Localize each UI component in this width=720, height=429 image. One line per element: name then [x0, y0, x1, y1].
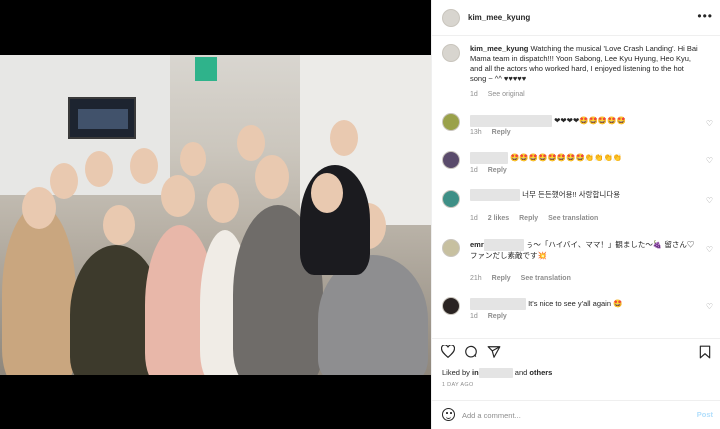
likes-and: and — [514, 368, 528, 377]
heart-icon[interactable] — [441, 345, 455, 358]
comment-item: 너무 든든했어용!! 사랑합니다용 — [470, 189, 701, 201]
avatar[interactable] — [442, 9, 460, 27]
post-photo — [0, 55, 431, 375]
add-comment-bar: Post — [432, 400, 720, 429]
comment-meta: 1d Reply — [470, 313, 515, 320]
see-translation-link[interactable]: See translation — [548, 215, 598, 222]
comment-meta: 21h Reply See translation — [470, 275, 579, 282]
avatar[interactable] — [442, 239, 460, 257]
comment-text: ❤❤❤❤🤩🤩🤩🤩🤩 — [554, 115, 626, 125]
avatar[interactable] — [442, 151, 460, 169]
blurred-username — [470, 152, 508, 164]
tv-monitor — [68, 97, 136, 139]
avatar[interactable] — [442, 297, 460, 315]
comment-text: It's nice to see y'all again 🤩 — [528, 298, 623, 308]
comment-time[interactable]: 21h — [470, 275, 482, 282]
post-sidebar: kim_mee_kyung ••• kim_mee_kyung Watching… — [431, 0, 720, 429]
reply-link[interactable]: Reply — [492, 275, 511, 282]
likes-summary[interactable]: Liked by in and others — [442, 368, 552, 379]
caption: kim_mee_kyung Watching the musical 'Love… — [470, 44, 701, 84]
post-timestamp[interactable]: 1 DAY AGO — [442, 382, 474, 388]
share-icon[interactable] — [487, 345, 501, 359]
comment-time[interactable]: 13h — [470, 129, 482, 136]
comment-meta: 1d Reply — [470, 167, 515, 174]
blurred-username — [470, 189, 520, 201]
blurred-username — [470, 115, 552, 127]
reply-link[interactable]: Reply — [488, 167, 507, 174]
comment-item: ❤❤❤❤🤩🤩🤩🤩🤩 — [470, 115, 701, 127]
comment-heart-icon[interactable]: ♡ — [706, 302, 713, 311]
caption-time[interactable]: 1d — [470, 91, 478, 98]
see-original-link[interactable]: See original — [488, 91, 525, 98]
comment-username[interactable]: emr — [470, 240, 484, 249]
comment-text: 🤩🤩🤩🤩🤩🤩🤩🤩👏👏👏👏 — [510, 152, 623, 162]
comment-meta: 1d 2 likes Reply See translation — [470, 215, 606, 222]
comment-item: emr ぅ〜「ハイバイ、ママ！」観ました〜🍇 留さん♡ファンだし素敵です💥 — [470, 239, 701, 261]
caption-username[interactable]: kim_mee_kyung — [470, 44, 528, 53]
reply-link[interactable]: Reply — [492, 129, 511, 136]
caption-meta: 1d See original — [470, 91, 533, 98]
comment-heart-icon[interactable]: ♡ — [706, 156, 713, 165]
comment-item: 🤩🤩🤩🤩🤩🤩🤩🤩👏👏👏👏 — [470, 152, 701, 164]
reply-link[interactable]: Reply — [488, 313, 507, 320]
more-icon[interactable]: ••• — [697, 10, 713, 22]
likes-others[interactable]: others — [529, 368, 552, 377]
comment-heart-icon[interactable]: ♡ — [706, 245, 713, 254]
comment-text: 너무 든든했어용!! 사랑합니다용 — [522, 189, 621, 199]
likes-prefix: Liked by — [442, 368, 470, 377]
post-button[interactable]: Post — [697, 410, 713, 419]
comment-time[interactable]: 1d — [470, 167, 478, 174]
comment-time[interactable]: 1d — [470, 215, 478, 222]
reply-link[interactable]: Reply — [519, 215, 538, 222]
blurred-username — [483, 239, 524, 251]
blurred-username — [470, 298, 526, 310]
likes-user[interactable]: in — [472, 368, 479, 377]
avatar[interactable] — [442, 190, 460, 208]
emoji-icon[interactable] — [442, 408, 455, 421]
action-bar — [432, 338, 720, 360]
comment-icon[interactable] — [464, 345, 478, 359]
comment-input[interactable] — [462, 409, 682, 421]
comment-heart-icon[interactable]: ♡ — [706, 119, 713, 128]
post-media[interactable] — [0, 0, 431, 429]
comments-list[interactable]: kim_mee_kyung Watching the musical 'Love… — [432, 37, 720, 334]
save-icon[interactable] — [699, 345, 711, 359]
see-translation-link[interactable]: See translation — [521, 275, 571, 282]
avatar[interactable] — [442, 44, 460, 62]
comment-time[interactable]: 1d — [470, 313, 478, 320]
comment-heart-icon[interactable]: ♡ — [706, 196, 713, 205]
likes-count[interactable]: 2 likes — [488, 215, 509, 222]
blurred-username — [478, 368, 513, 379]
comment-meta: 13h Reply — [470, 129, 519, 136]
post-header: kim_mee_kyung ••• — [432, 0, 720, 36]
avatar[interactable] — [442, 113, 460, 131]
comment-item: It's nice to see y'all again 🤩 — [470, 298, 701, 310]
header-username[interactable]: kim_mee_kyung — [468, 13, 530, 22]
